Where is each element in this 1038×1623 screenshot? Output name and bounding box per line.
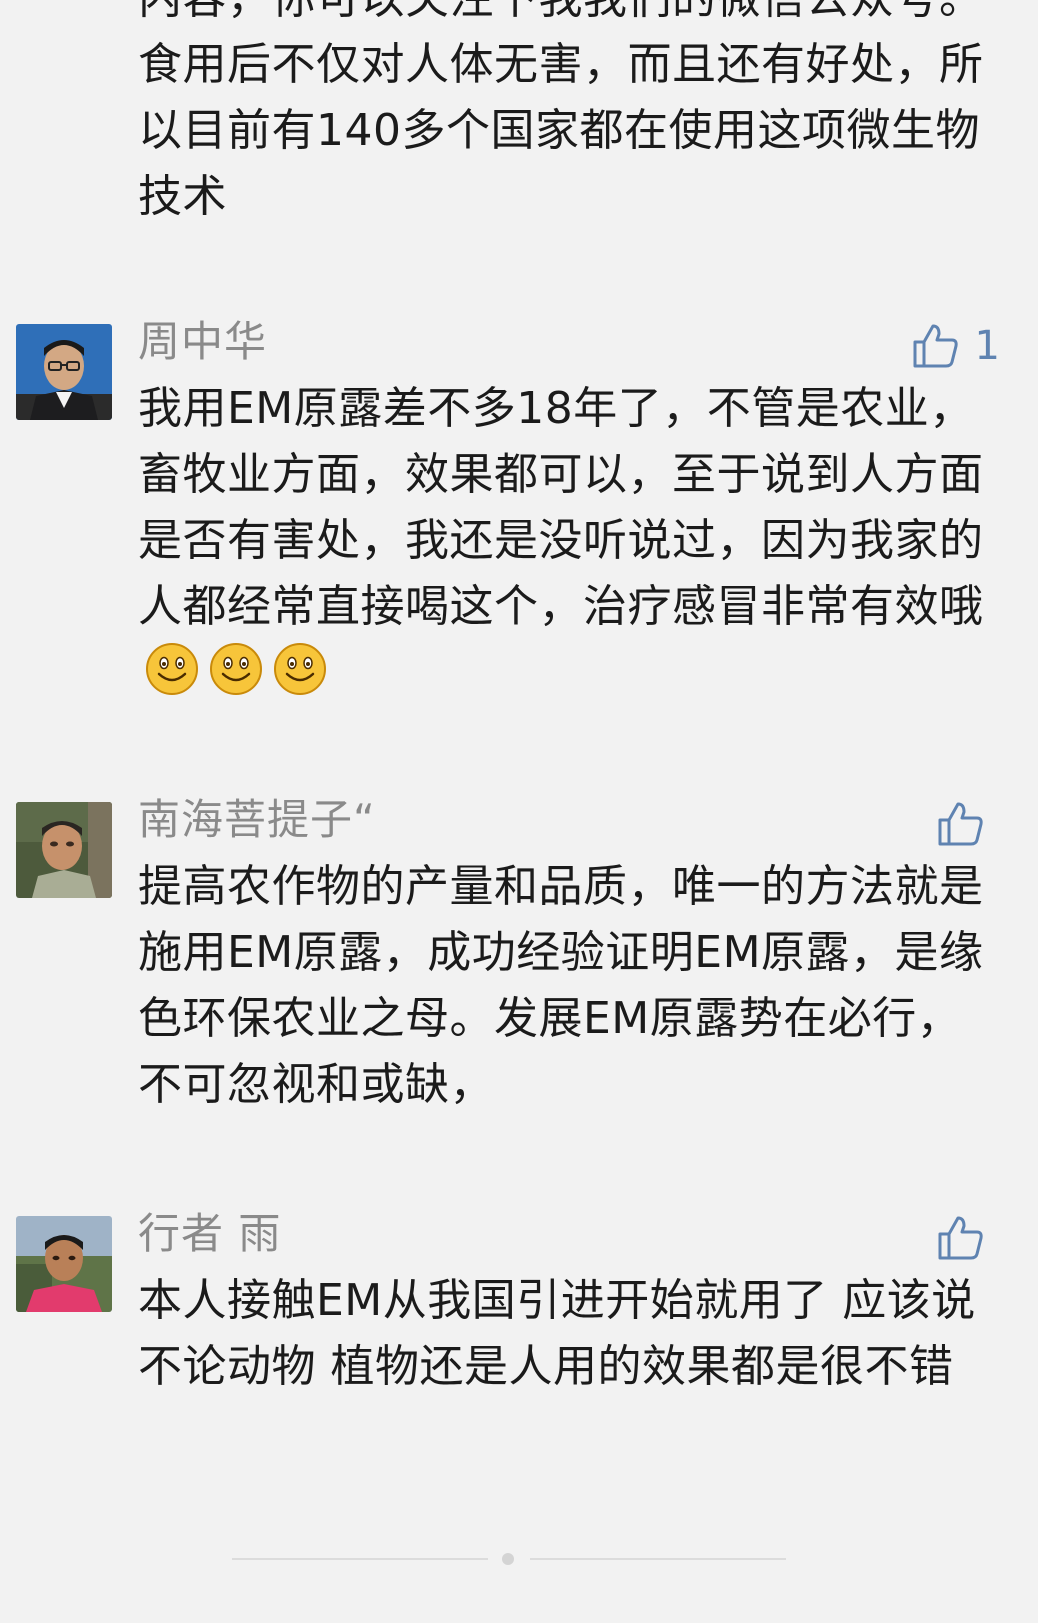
comment-text: 我用EM原露差不多18年了，不管是农业，畜牧业方面，效果都可以，至于说到人方面是…	[138, 376, 998, 706]
commenter-name[interactable]: 南海菩提子“	[138, 790, 376, 850]
like-button[interactable]: 1	[909, 316, 1000, 376]
avatar[interactable]	[16, 324, 112, 420]
avatar[interactable]	[16, 802, 112, 898]
avatar[interactable]	[16, 1216, 112, 1312]
comment-text-body: 我用EM原露差不多18年了，不管是农业，畜牧业方面，效果都可以，至于说到人方面是…	[138, 383, 984, 632]
commenter-name[interactable]: 周中华	[138, 312, 267, 372]
end-divider-right	[530, 1558, 786, 1560]
comment-text: 提高农作物的产量和品质，唯一的方法就是施用EM原露，成功经验证明EM原露，是缘色…	[138, 861, 984, 1110]
like-count: 1	[974, 323, 1000, 369]
end-divider-dot	[502, 1553, 514, 1565]
end-divider-left	[232, 1558, 488, 1560]
emoji-group	[144, 641, 328, 697]
comment-text: 本人接触EM从我国引进开始就用了 应该说不论动物 植物还是人用的效果都是很不错	[138, 1275, 976, 1392]
avatar-photo	[16, 1216, 112, 1312]
avatar-photo	[16, 324, 112, 420]
thumbs-up-icon	[938, 1216, 983, 1260]
previous-comment-text: 内容，你可以关注下我我们的微信公众号。食用后不仅对人体无害，而且还有好处，所以目…	[138, 0, 984, 222]
commenter-name[interactable]: 行者 雨	[138, 1204, 281, 1264]
comments-page: 内容，你可以关注下我我们的微信公众号。食用后不仅对人体无害，而且还有好处，所以目…	[0, 0, 1038, 1623]
smiley-emoji-icon	[274, 643, 326, 695]
avatar-photo	[16, 802, 112, 898]
thumbs-up-icon	[938, 802, 983, 846]
smiley-emoji-icon	[210, 643, 262, 695]
smiley-emoji-icon	[146, 643, 198, 695]
like-button[interactable]	[934, 794, 1000, 854]
thumbs-up-icon	[913, 324, 958, 368]
like-button[interactable]	[934, 1208, 1000, 1268]
